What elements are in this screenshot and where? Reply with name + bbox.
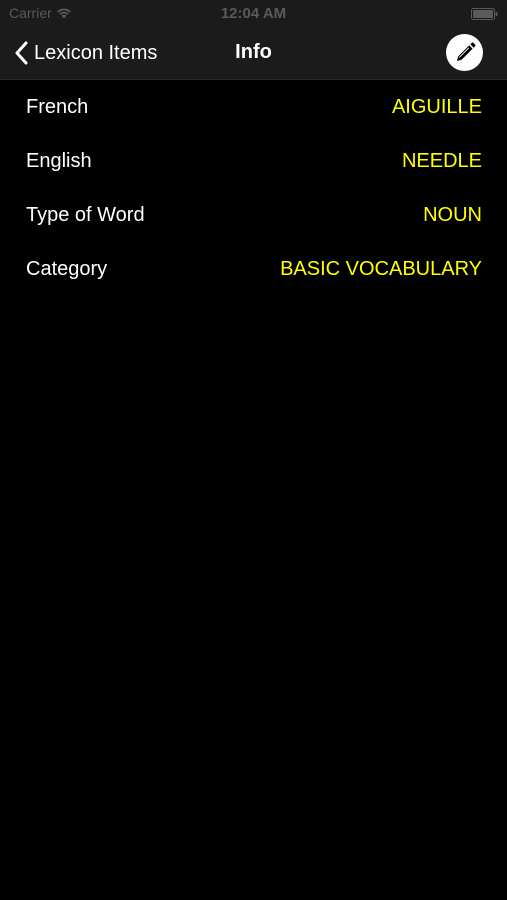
row-label: Type of Word <box>26 203 145 226</box>
back-button-label: Lexicon Items <box>34 41 158 64</box>
info-row-english: English NEEDLE <box>0 134 507 188</box>
edit-button[interactable] <box>446 34 483 71</box>
chevron-left-icon <box>15 41 28 65</box>
row-label: Category <box>26 257 108 280</box>
status-bar: Carrier 12:04 AM <box>0 0 507 28</box>
row-value: NEEDLE <box>401 149 482 172</box>
row-value: BASIC VOCABULARY <box>280 257 482 280</box>
battery-icon <box>471 8 498 20</box>
row-value: NOUN <box>423 203 482 226</box>
back-button[interactable]: Lexicon Items <box>14 38 157 68</box>
navigation-bar: Lexicon Items Info <box>0 28 507 80</box>
row-label: French <box>26 95 89 118</box>
info-row-french: French AIGUILLE <box>0 80 507 134</box>
info-row-category: Category BASIC VOCABULARY <box>0 242 507 296</box>
row-value: AIGUILLE <box>391 95 482 118</box>
row-label: English <box>26 149 92 172</box>
info-row-type-of-word: Type of Word NOUN <box>0 188 507 242</box>
info-list: French AIGUILLE English NEEDLE Type of W… <box>0 80 507 296</box>
status-time: 12:04 AM <box>220 5 287 22</box>
pencil-icon <box>456 42 475 61</box>
